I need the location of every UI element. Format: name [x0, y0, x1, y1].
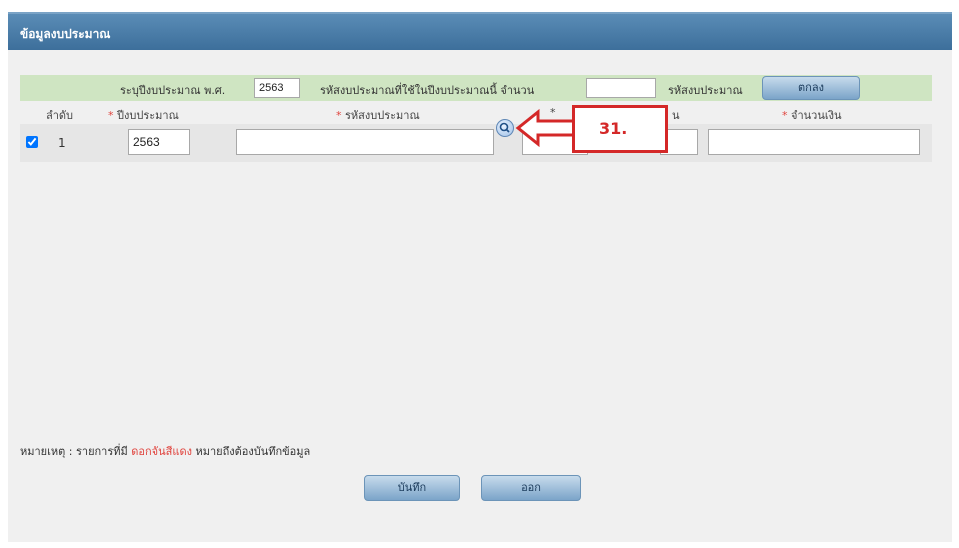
annotation-callout: 31. — [572, 105, 668, 153]
header-code: * รหัสงบประมาณ — [336, 106, 420, 124]
header-index: ลำดับ — [46, 109, 74, 122]
header-amount-label: จำนวนเงิน — [791, 109, 842, 122]
count-input[interactable] — [586, 78, 656, 98]
note-highlight: ดอกจันสีแดง — [131, 445, 192, 458]
ok-button[interactable]: ตกลง — [762, 76, 860, 100]
note-prefix: หมายเหตุ : รายการที่มี — [20, 445, 128, 458]
count-label: รหัสงบประมาณที่ใช้ในปีงบประมาณนี้ จำนวน — [320, 84, 535, 97]
header-amount: * จำนวนเงิน — [782, 106, 842, 124]
header-year-label: ปีงบประมาณ — [117, 109, 179, 122]
required-mark: * — [336, 109, 342, 122]
row-amount-input[interactable] — [708, 129, 920, 155]
header-code-label: รหัสงบประมาณ — [345, 109, 420, 122]
unit-label: รหัสงบประมาณ — [668, 84, 743, 97]
save-button[interactable]: บันทึก — [364, 475, 460, 501]
required-mark: * — [108, 109, 114, 122]
row-checkbox[interactable] — [26, 136, 38, 148]
year-label: ระบุปีงบประมาณ พ.ศ. — [120, 84, 226, 97]
header-col5: น — [672, 109, 680, 122]
required-mark: * — [782, 109, 788, 122]
row-index: 1 — [58, 136, 66, 150]
table-header: ลำดับ * ปีงบประมาณ * รหัสงบประมาณ * น * … — [20, 102, 932, 124]
window-title: ข้อมูลงบประมาณ — [20, 27, 111, 41]
note: หมายเหตุ : รายการที่มี ดอกจันสีแดง หมายถ… — [20, 442, 310, 460]
title-bar: ข้อมูลงบประมาณ — [8, 12, 952, 50]
budget-panel: ข้อมูลงบประมาณ ระบุปีงบประมาณ พ.ศ. รหัสง… — [8, 12, 952, 542]
annotation-label: 31. — [599, 119, 628, 138]
table-row: 1 — [20, 124, 932, 162]
year-input[interactable] — [254, 78, 300, 98]
note-suffix: หมายถึงต้องบันทึกข้อมูล — [195, 445, 311, 458]
row-code-input[interactable] — [236, 129, 494, 155]
header-year: * ปีงบประมาณ — [108, 106, 179, 124]
exit-button[interactable]: ออก — [481, 475, 581, 501]
filter-row: ระบุปีงบประมาณ พ.ศ. รหัสงบประมาณที่ใช้ใน… — [20, 75, 932, 101]
search-icon[interactable] — [496, 119, 514, 137]
row-year-input[interactable] — [128, 129, 190, 155]
